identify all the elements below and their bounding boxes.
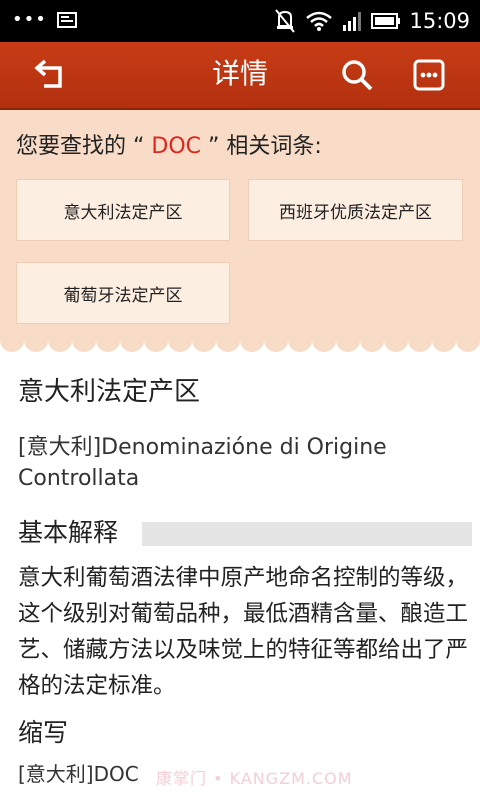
battery-icon [371, 13, 401, 29]
status-time: 15:09 [409, 9, 470, 33]
search-button[interactable] [336, 54, 378, 96]
related-heading: 您要查找的 “ DOC ” 相关词条: [16, 132, 322, 162]
related-entries-panel: 您要查找的 “ DOC ” 相关词条: 意大利法定产区 西班牙优质法定产区 葡萄… [0, 110, 480, 342]
search-keyword: DOC [151, 134, 202, 159]
status-bar: ••• 15:09 [0, 0, 480, 42]
related-item[interactable]: 葡萄牙法定产区 [16, 262, 230, 324]
search-icon [342, 60, 373, 91]
related-heading-prefix: 您要查找的 “ [16, 134, 152, 159]
section-text-basic: 意大利葡萄酒法律中原产地命名控制的等级，这个级别对葡萄品种，最低酒精含量、酿造工… [18, 565, 469, 699]
more-dots-icon: ••• [12, 9, 47, 30]
section-divider [142, 522, 472, 546]
section-title-basic: 基本解释 [18, 518, 119, 547]
section-title-abbreviation: 缩写 [18, 718, 69, 747]
related-item[interactable]: 西班牙优质法定产区 [248, 179, 463, 241]
scallop-divider [0, 334, 480, 352]
screenshot-icon [56, 12, 77, 28]
section-text-abbreviation: [意大利]DOC [18, 762, 139, 786]
app-bar: 详情 [0, 42, 480, 110]
vibrate-off-icon [275, 9, 296, 33]
entry-title: 意大利法定产区 [18, 377, 201, 407]
more-button[interactable] [408, 54, 450, 96]
related-item[interactable]: 意大利法定产区 [16, 179, 230, 241]
signal-icon [343, 12, 362, 31]
more-icon [413, 59, 445, 91]
watermark: 康掌门 • KANGZM.COM [156, 769, 353, 788]
wifi-icon [306, 11, 333, 31]
related-heading-suffix: ” 相关词条: [201, 134, 322, 159]
entry-original-term: [意大利]Denominazióne di Origine Controllat… [18, 435, 387, 491]
